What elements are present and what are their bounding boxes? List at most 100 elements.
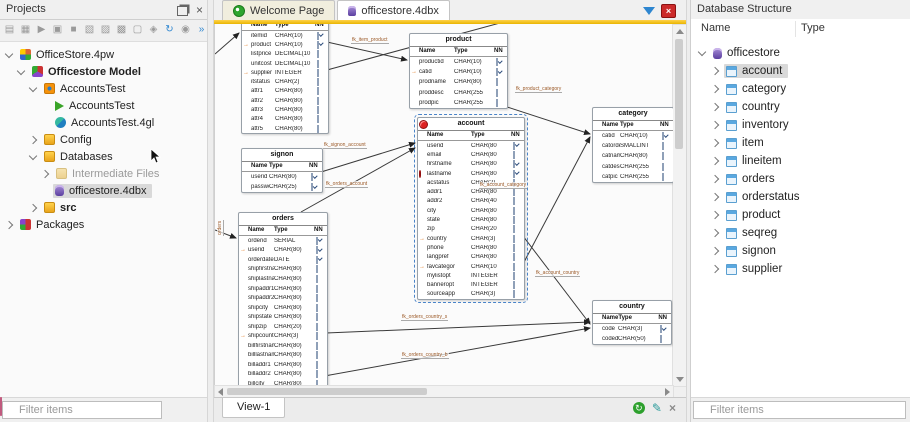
vscroll-thumb[interactable] <box>675 39 683 149</box>
tree-item-accountstest-4gl[interactable]: AccountsTest.4gl <box>0 114 207 131</box>
scroll-right-icon[interactable] <box>665 388 670 396</box>
tree-item-packages[interactable]: Packages <box>0 216 207 233</box>
expander-expand-icon[interactable] <box>711 229 719 237</box>
field-row-attr3[interactable]: attr3CHAR(80) <box>242 105 328 114</box>
tree-item-accountstest[interactable]: AccountsTest <box>0 80 207 97</box>
field-row-mylistopt[interactable]: mylistoptINTEGER <box>418 271 524 280</box>
field-row-prodpic[interactable]: prodpicCHAR(255 <box>410 98 507 108</box>
scroll-up-icon[interactable] <box>676 29 684 34</box>
field-row-shiplastnam[interactable]: shiplastnamCHAR(80) <box>239 274 327 284</box>
close-tab-icon[interactable]: × <box>661 4 676 18</box>
field-row-billaddr2[interactable]: billaddr2CHAR(80) <box>239 370 327 380</box>
db-table-country[interactable]: countryNameTypeNNcodeCHAR(3)codedescCHAR… <box>592 300 672 345</box>
open-project-icon[interactable]: ▦ <box>18 22 33 38</box>
column-header-type[interactable]: Type <box>801 22 825 34</box>
tree-item-item[interactable]: item <box>691 134 910 152</box>
expander-expand-icon[interactable] <box>711 247 719 255</box>
overview-icon[interactable]: ↻ <box>633 402 645 414</box>
folder-icon[interactable]: ▧ <box>82 22 97 38</box>
expander-expand-icon[interactable] <box>711 211 719 219</box>
tree-item-officestore-4pw[interactable]: OfficeStore.4pw <box>0 46 207 63</box>
field-row-attr4[interactable]: attr4CHAR(80) <box>242 115 328 124</box>
tab-view-1[interactable]: View-1 <box>222 398 285 418</box>
debug-icon[interactable]: ▣ <box>50 22 65 38</box>
field-row-itstatus[interactable]: itstatusCHAR(2) <box>242 77 328 86</box>
field-row-shipzip[interactable]: shipzipCHAR(20) <box>239 322 327 332</box>
stop-icon[interactable]: ■ <box>66 22 81 38</box>
expander-collapse-icon[interactable] <box>698 48 706 56</box>
tree-item-product[interactable]: product <box>691 206 910 224</box>
expander-collapse-icon[interactable] <box>5 49 13 57</box>
tree-item-country[interactable]: country <box>691 98 910 116</box>
db-table-orders[interactable]: ordersNameTypeNNorderidSERIAL→useridCHAR… <box>238 212 328 385</box>
field-row-shipcountr[interactable]: →shipcountrCHAR(3) <box>239 331 327 341</box>
scroll-down-icon[interactable] <box>676 377 684 382</box>
close-view-icon[interactable]: × <box>669 401 676 415</box>
tree-item-seqreg[interactable]: seqreg <box>691 224 910 242</box>
field-row-zip[interactable]: zipCHAR(20 <box>418 225 524 234</box>
db-table-category[interactable]: categoryNameTypeNNcatidCHAR(10)catorderS… <box>592 107 673 183</box>
tree-item-src[interactable]: src <box>0 199 207 216</box>
edit-pen-icon[interactable]: ✎ <box>652 401 662 415</box>
tree-item-accountstest[interactable]: AccountsTest <box>0 97 207 114</box>
package-icon[interactable]: ◈ <box>146 22 161 38</box>
tree-item-config[interactable]: Config <box>0 131 207 148</box>
deploy-icon[interactable]: ◉ <box>178 22 193 38</box>
left-splitter[interactable] <box>207 0 214 422</box>
expander-expand-icon[interactable] <box>711 103 719 111</box>
tree-item-category[interactable]: category <box>691 80 910 98</box>
field-row-unitcost[interactable]: unitcostDECIMAL(10 <box>242 59 328 68</box>
field-row-supplier[interactable]: →supplierINTEGER <box>242 68 328 77</box>
field-row-listprice[interactable]: listpriceDECIMAL(10 <box>242 50 328 59</box>
field-row-shipfirstnam[interactable]: shipfirstnamCHAR(80) <box>239 265 327 275</box>
expander-expand-icon[interactable] <box>711 85 719 93</box>
field-row-city[interactable]: cityCHAR(80 <box>418 206 524 215</box>
field-row-attr1[interactable]: attr1CHAR(80) <box>242 87 328 96</box>
field-row-orderdate[interactable]: orderdateDATE <box>239 255 327 265</box>
field-row-attr5[interactable]: attr5CHAR(80) <box>242 124 328 133</box>
expander-expand-icon[interactable] <box>5 220 13 228</box>
diagram-canvas[interactable]: fk_item_productfk_product_categoryfk_sig… <box>214 24 673 385</box>
column-divider[interactable] <box>795 21 796 37</box>
field-row-itemid[interactable]: itemidCHAR(10) <box>242 31 328 40</box>
field-row-country[interactable]: →countryCHAR(3) <box>418 234 524 243</box>
field-row-catid[interactable]: →catidCHAR(10) <box>410 67 507 77</box>
expander-collapse-icon[interactable] <box>29 83 37 91</box>
field-row-userid[interactable]: →useridCHAR(80) <box>239 246 327 256</box>
expander-expand-icon[interactable] <box>29 203 37 211</box>
field-row-code[interactable]: codeCHAR(3) <box>593 324 671 334</box>
field-row-billaddr1[interactable]: billaddr1CHAR(80) <box>239 360 327 370</box>
field-row-catorder[interactable]: catorderSMALLINT <box>593 141 673 151</box>
field-row-catdesc[interactable]: catdescCHAR(255 <box>593 162 673 172</box>
expander-collapse-icon[interactable] <box>29 151 37 159</box>
field-row-phone[interactable]: phoneCHAR(80 <box>418 243 524 252</box>
tree-item-account[interactable]: account <box>691 62 910 80</box>
field-row-favcategor[interactable]: →favcategorCHAR(10 <box>418 262 524 271</box>
field-row-shipaddr1[interactable]: shipaddr1CHAR(80) <box>239 284 327 294</box>
field-row-codedesc[interactable]: codedescCHAR(50) <box>593 334 671 344</box>
field-row-addr2[interactable]: addr2CHAR(40 <box>418 197 524 206</box>
field-row-email[interactable]: emailCHAR(80 <box>418 150 524 159</box>
new-project-icon[interactable]: ▤ <box>2 22 17 38</box>
field-row-sourceapp[interactable]: sourceappCHAR(3) <box>418 290 524 299</box>
tree-item-lineitem[interactable]: lineitem <box>691 152 910 170</box>
expander-expand-icon[interactable] <box>711 67 719 75</box>
field-row-billcity[interactable]: billcityCHAR(80) <box>239 379 327 385</box>
field-row-password[interactable]: passwordCHAR(25) <box>242 182 322 192</box>
field-row-catid[interactable]: catidCHAR(10) <box>593 131 673 141</box>
field-row-catpic[interactable]: catpicCHAR(255 <box>593 172 673 182</box>
field-row-orderid[interactable]: orderidSERIAL <box>239 236 327 246</box>
float-panel-icon[interactable] <box>177 6 188 16</box>
field-row-state[interactable]: stateCHAR(80 <box>418 215 524 224</box>
field-row-lastname[interactable]: lastnameCHAR(80 <box>418 169 524 178</box>
new-file-icon[interactable]: ▢ <box>130 22 145 38</box>
refresh-icon[interactable]: ↻ <box>162 22 177 38</box>
field-row-product[interactable]: →productCHAR(10) <box>242 40 328 49</box>
expander-expand-icon[interactable] <box>711 175 719 183</box>
field-row-billfirstnam[interactable]: billfirstnamCHAR(80) <box>239 341 327 351</box>
field-row-firstname[interactable]: firstnameCHAR(80 <box>418 160 524 169</box>
db-table-signon[interactable]: signonNameTypeNNuseridCHAR(80)passwordCH… <box>241 148 323 193</box>
run-icon[interactable]: ▶ <box>34 22 49 38</box>
db-table-product[interactable]: productNameTypeNNproductidCHAR(10)→catid… <box>409 33 508 109</box>
field-row-productid[interactable]: productidCHAR(10) <box>410 57 507 67</box>
